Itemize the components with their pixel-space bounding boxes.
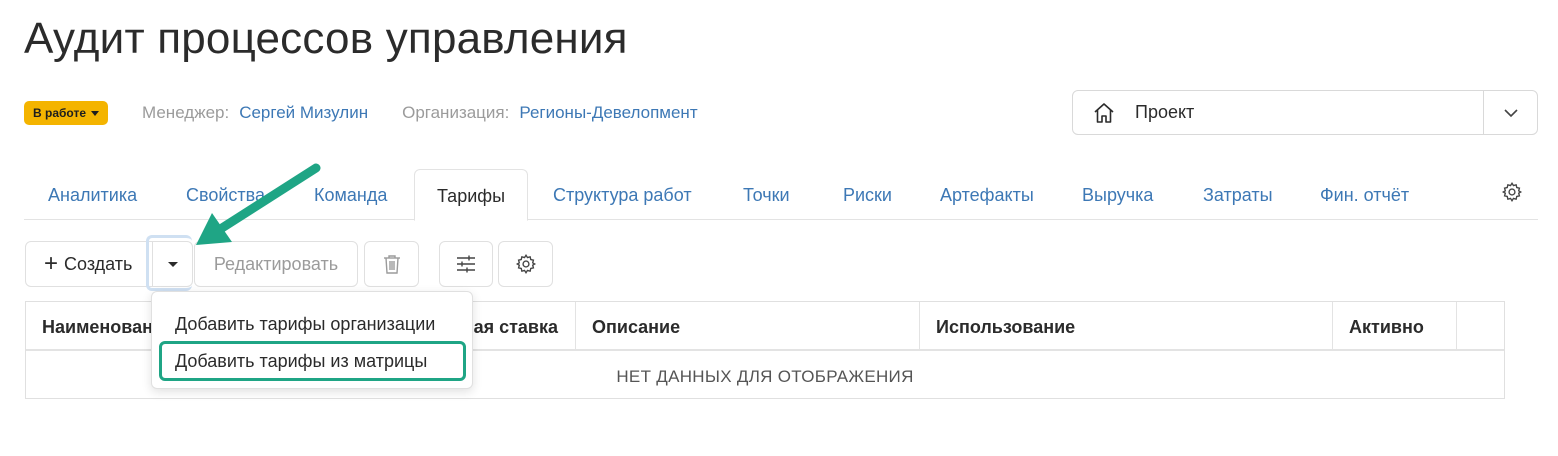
manager-label: Менеджер: — [142, 103, 230, 122]
tab-bar: Аналитика Свойства Команда Тарифы Структ… — [24, 169, 1538, 221]
tab-analytics[interactable]: Аналитика — [48, 169, 137, 220]
caret-down-icon — [91, 110, 99, 116]
menu-item-add-org-tariffs[interactable]: Добавить тарифы организации — [152, 305, 472, 343]
column-header-active[interactable]: Активно — [1333, 302, 1457, 351]
column-header-description[interactable]: Описание — [576, 302, 920, 351]
edit-button[interactable]: Редактировать — [194, 241, 358, 287]
tab-work-structure[interactable]: Структура работ — [553, 169, 692, 220]
project-meta: В работе Менеджер: Сергей Мизулин Органи… — [24, 100, 732, 126]
create-dropdown-toggle[interactable] — [153, 242, 193, 286]
tab-revenue[interactable]: Выручка — [1082, 169, 1153, 220]
page-title: Аудит процессов управления — [24, 14, 628, 63]
column-header-actions — [1457, 302, 1504, 351]
tab-points[interactable]: Точки — [743, 169, 790, 220]
highlight-box — [159, 341, 466, 381]
project-select[interactable]: Проект — [1072, 90, 1538, 135]
caret-down-icon — [168, 261, 178, 267]
plus-icon: + — [44, 250, 59, 277]
trash-icon — [383, 255, 400, 274]
tab-costs[interactable]: Затраты — [1203, 169, 1273, 220]
filter-button[interactable] — [439, 241, 493, 287]
manager-link[interactable]: Сергей Мизулин — [239, 103, 368, 123]
tab-fin-report[interactable]: Фин. отчёт — [1320, 169, 1409, 220]
column-header-usage[interactable]: Использование — [920, 302, 1333, 351]
tab-tariffs[interactable]: Тарифы — [414, 169, 529, 221]
organization-label: Организация: — [402, 103, 510, 122]
project-select-value: Проект — [1135, 102, 1195, 122]
status-label: В работе — [33, 106, 86, 120]
tab-properties[interactable]: Свойства — [186, 169, 265, 220]
gear-icon — [515, 254, 536, 274]
delete-button[interactable] — [364, 241, 419, 287]
chevron-down-icon[interactable] — [1483, 91, 1537, 134]
tab-team[interactable]: Команда — [314, 169, 387, 220]
organization-link[interactable]: Регионы-Девелопмент — [519, 103, 697, 123]
status-badge[interactable]: В работе — [24, 101, 108, 125]
gear-icon[interactable] — [1501, 181, 1523, 208]
settings-button[interactable] — [498, 241, 553, 287]
tab-risks[interactable]: Риски — [843, 169, 892, 220]
create-label: Создать — [64, 253, 133, 274]
tab-artifacts[interactable]: Артефакты — [940, 169, 1034, 220]
home-icon — [1073, 101, 1135, 125]
sliders-icon — [457, 255, 475, 273]
